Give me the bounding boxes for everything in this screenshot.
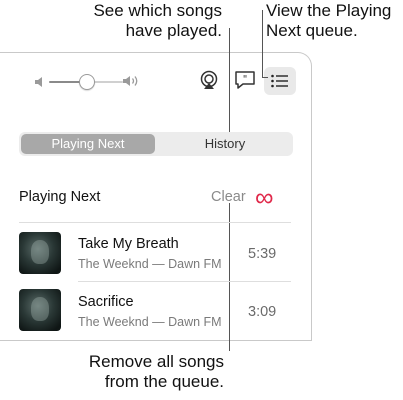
divider	[78, 281, 291, 282]
queue-callout: View the Playing Next queue.	[266, 1, 391, 41]
queue-list-button[interactable]	[264, 67, 296, 95]
tab-playing-next[interactable]: Playing Next	[21, 134, 155, 154]
section-title: Playing Next	[19, 189, 101, 205]
clear-callout-line2: from the queue.	[104, 372, 224, 391]
queue-history-segmented-control: Playing Next History	[19, 132, 293, 156]
history-leader-line	[229, 28, 230, 134]
track-duration: 5:39	[248, 246, 277, 262]
clear-callout-line1: Remove all songs	[88, 352, 224, 371]
history-callout-line2: have played.	[125, 21, 222, 40]
svg-text:": "	[243, 74, 248, 85]
volume-high-icon[interactable]	[123, 73, 141, 89]
queue-row[interactable]: Take My Breath The Weeknd — Dawn FM 5:39	[0, 229, 311, 279]
lyrics-icon[interactable]: "	[233, 68, 257, 92]
autoplay-infinity-button[interactable]: ∞	[255, 184, 274, 210]
tab-history[interactable]: History	[159, 134, 291, 154]
album-art	[19, 289, 61, 331]
queue-callout-line2: Next queue.	[266, 21, 358, 40]
queue-leader-tick	[262, 77, 268, 78]
clear-callout: Remove all songs from the queue.	[60, 352, 224, 392]
clear-button[interactable]: Clear	[211, 189, 246, 205]
airplay-icon[interactable]	[197, 68, 221, 92]
queue-leader-line	[262, 10, 263, 78]
track-artist: The Weeknd — Dawn FM	[78, 257, 222, 271]
volume-knob[interactable]	[79, 74, 95, 90]
track-duration: 3:09	[248, 304, 277, 320]
history-callout-line1: See which songs	[93, 1, 222, 20]
track-title: Take My Breath	[78, 236, 179, 252]
divider	[19, 222, 291, 223]
queue-list-icon	[271, 74, 288, 88]
volume-track-empty	[92, 81, 123, 83]
track-title: Sacrifice	[78, 294, 134, 310]
album-art	[19, 232, 61, 274]
queue-row[interactable]: Sacrifice The Weeknd — Dawn FM 3:09	[0, 287, 311, 337]
track-artist: The Weeknd — Dawn FM	[78, 315, 222, 329]
history-callout: See which songs have played.	[60, 1, 222, 41]
queue-callout-line1: View the Playing	[266, 1, 392, 20]
